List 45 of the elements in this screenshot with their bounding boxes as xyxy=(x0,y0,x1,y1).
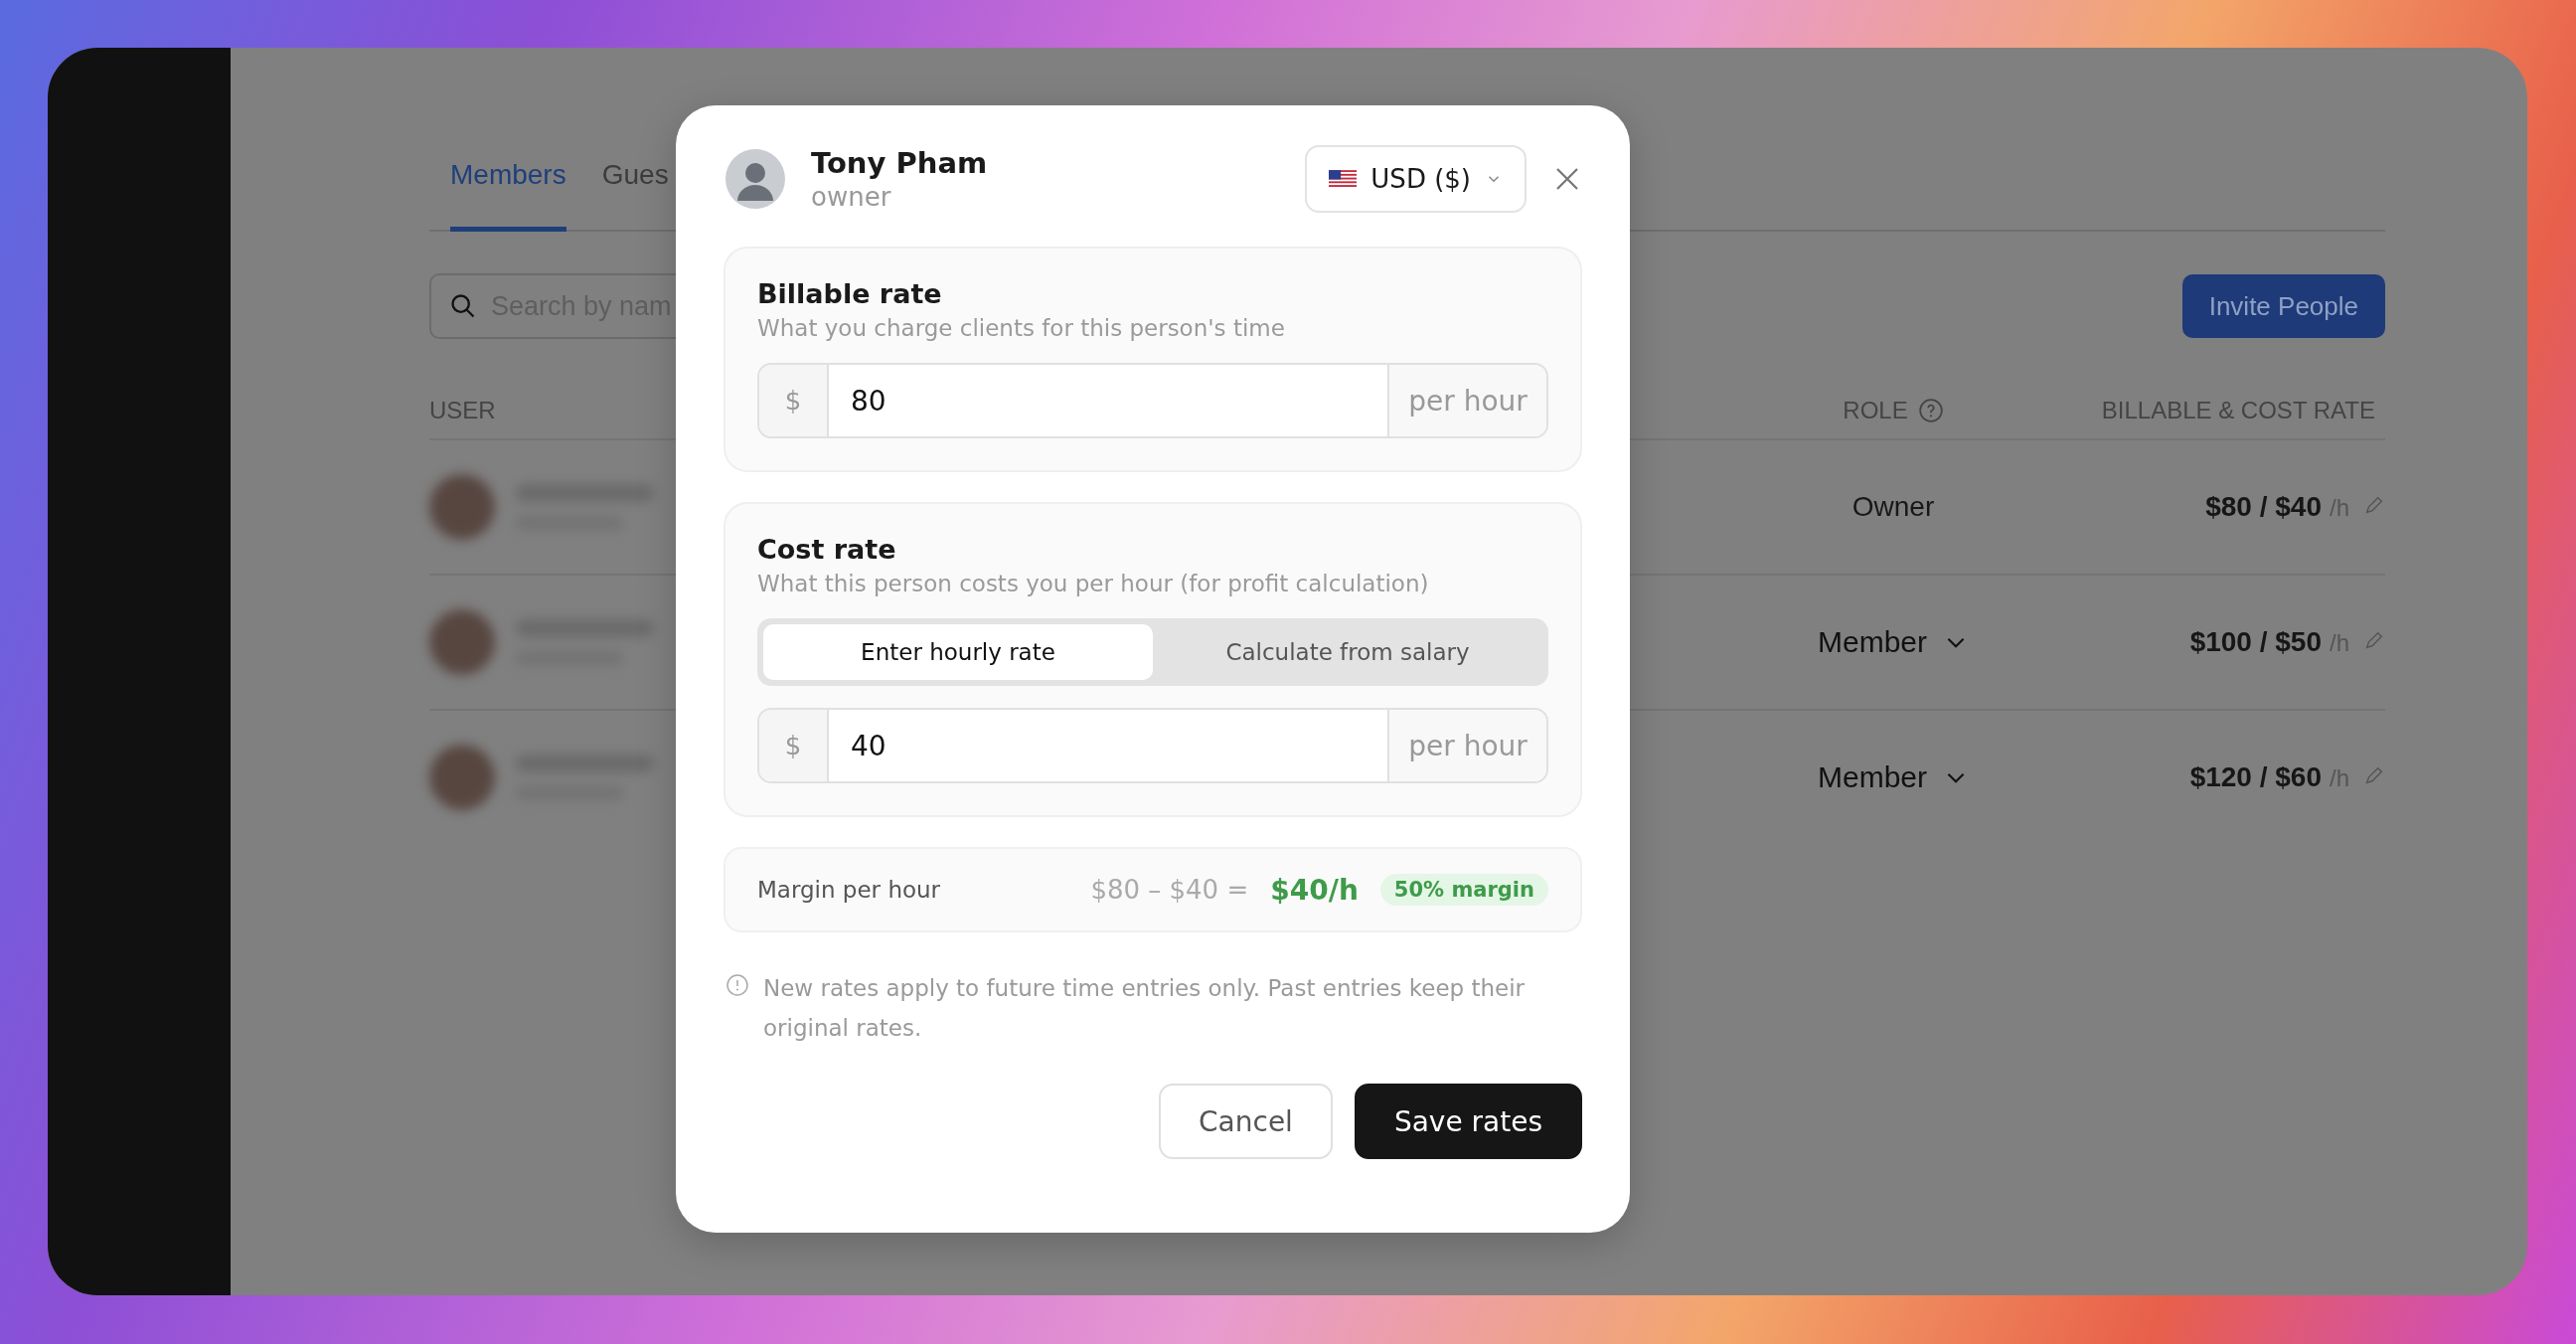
mode-option[interactable]: Enter hourly rate xyxy=(763,624,1153,680)
card-title: Billable rate xyxy=(757,278,943,309)
rate-value[interactable]: 80 xyxy=(829,365,1387,436)
pencil-icon[interactable] xyxy=(2363,629,2385,651)
currency-prefix: $ xyxy=(759,710,829,781)
rate-text: $80 / $40 xyxy=(2205,491,2322,523)
invite-people-button[interactable]: Invite People xyxy=(2181,274,2385,338)
role-text: Owner xyxy=(1852,491,1935,523)
unit-suffix: per hour xyxy=(1387,710,1546,781)
avatar-icon xyxy=(725,149,785,209)
note-text: New rates apply to future time entries only. Past entries keep their original rates. xyxy=(763,974,1527,1043)
blurred-avatar xyxy=(429,609,495,675)
margin-result: $40/h xyxy=(1270,873,1359,907)
rate-input[interactable]: $ 40 per hour xyxy=(757,708,1548,783)
role-dropdown[interactable]: Member xyxy=(1818,760,1969,794)
rate-text: $120 / $60 xyxy=(2189,761,2322,793)
cancel-button[interactable]: Cancel xyxy=(1159,1084,1333,1159)
card-subtitle: What this person costs you per hour (for profit calculation) xyxy=(757,571,1430,596)
blurred-avatar xyxy=(429,745,495,810)
column-header: USER xyxy=(429,397,496,424)
rate-value[interactable]: 40 xyxy=(829,710,1387,781)
card-title: Cost rate xyxy=(757,534,897,565)
user-role: owner xyxy=(811,182,892,212)
currency-dropdown[interactable]: USD ($) xyxy=(1305,145,1527,213)
margin-label: Margin per hour xyxy=(757,877,942,903)
user-name: Tony Pham xyxy=(811,146,989,180)
mode-option[interactable]: Calculate from salary xyxy=(1153,624,1542,680)
save-button[interactable]: Save rates xyxy=(1354,1084,1582,1159)
info-icon xyxy=(725,973,749,997)
margin-formula: $80 – $40 = xyxy=(1090,875,1249,905)
margin-badge: 50% margin xyxy=(1379,874,1548,906)
card-subtitle: What you charge clients for this person's time xyxy=(757,315,1286,341)
blurred-avatar xyxy=(429,474,495,540)
unit-suffix: per hour xyxy=(1387,365,1546,436)
column-header: ROLE xyxy=(1843,397,1908,424)
column-header: BILLABLE & COST RATE xyxy=(2101,397,2375,424)
pencil-icon[interactable] xyxy=(2363,764,2385,786)
rate-input[interactable]: $ 80 per hour xyxy=(757,363,1548,438)
flag-icon xyxy=(1329,169,1358,189)
currency-prefix: $ xyxy=(759,365,829,436)
role-dropdown[interactable]: Member xyxy=(1818,625,1969,659)
search-icon xyxy=(449,292,477,320)
pencil-icon[interactable] xyxy=(2363,494,2385,516)
rate-text: $100 / $50 xyxy=(2189,626,2322,658)
help-icon xyxy=(1917,398,1944,423)
